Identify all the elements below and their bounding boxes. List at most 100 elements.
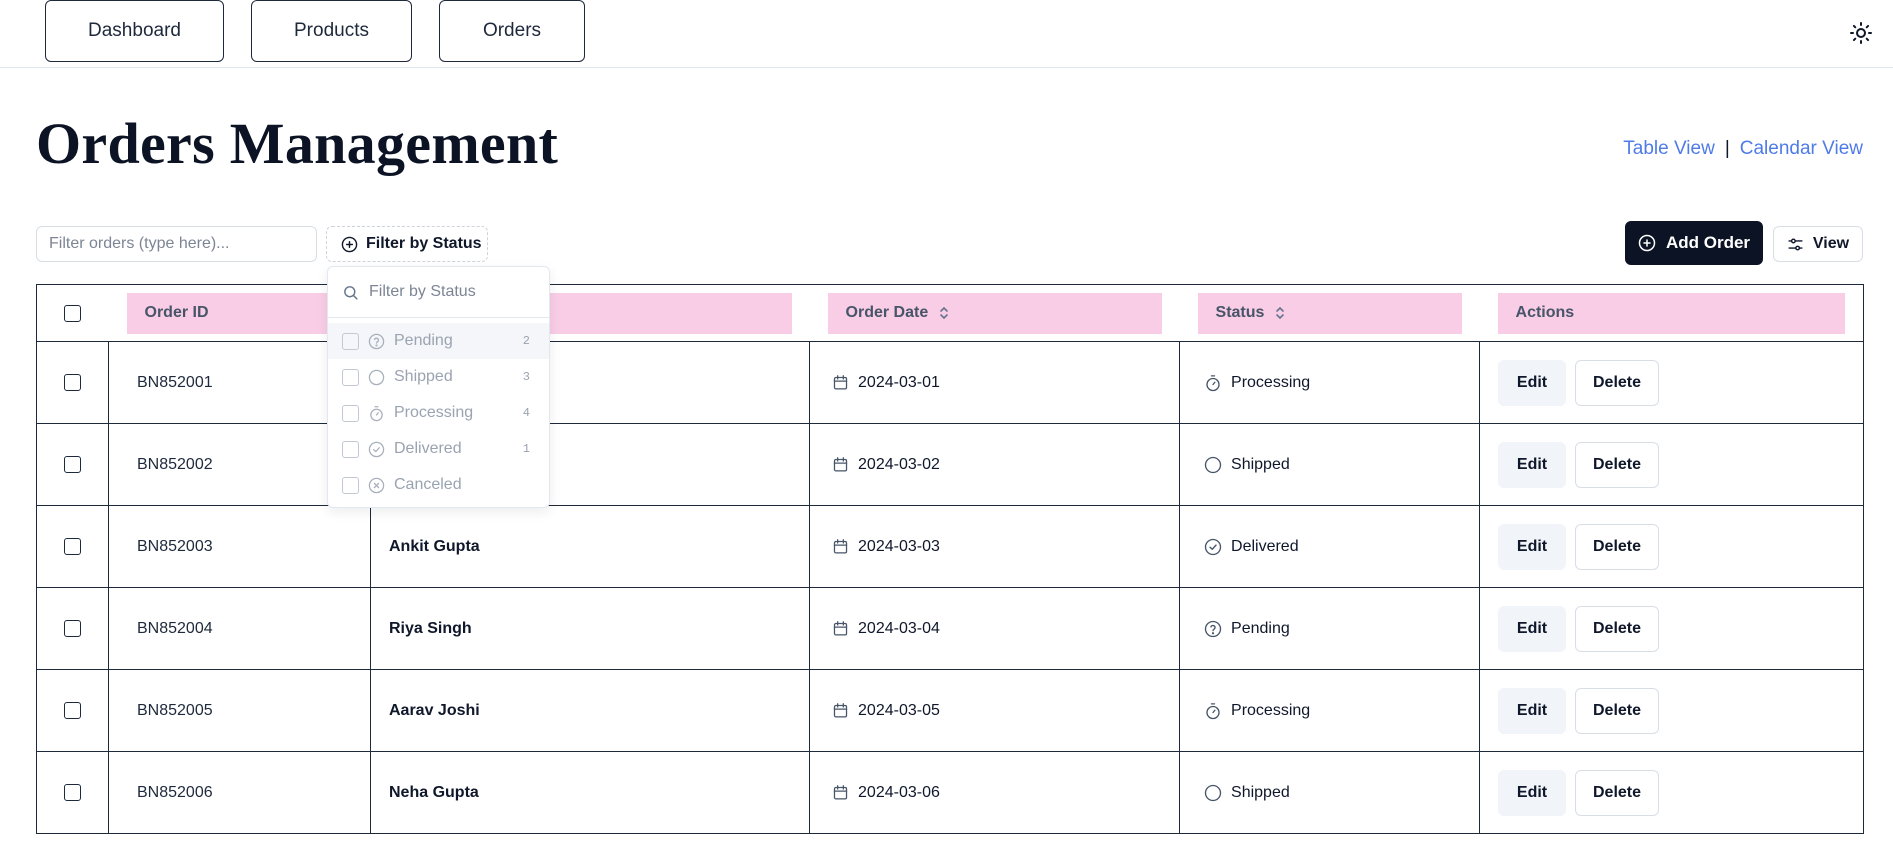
edit-button[interactable]: Edit [1498, 605, 1567, 652]
row-checkbox[interactable] [64, 374, 81, 391]
header-order-date-bg: Order Date [827, 292, 1162, 334]
row-checkbox[interactable] [64, 538, 81, 555]
delete-button[interactable]: Delete [1575, 523, 1660, 570]
status-text: Processing [1231, 373, 1311, 391]
row-select-cell [36, 423, 109, 506]
header-order-id-label: Order ID [144, 304, 209, 321]
status-option-count: 3 [522, 370, 530, 384]
header-order-date-label: Order Date [845, 304, 929, 321]
filter-by-status-button[interactable]: Filter by Status [326, 226, 488, 262]
plus-circle-icon [1638, 234, 1656, 252]
edit-button[interactable]: Edit [1498, 769, 1567, 816]
table-row: BN852006 Neha Gupta 2024-03-06 Shipped Edit D… [36, 751, 1865, 834]
select-all-cell [36, 284, 109, 342]
calendar-icon [833, 539, 848, 554]
delete-button[interactable]: Delete [1575, 359, 1660, 406]
filter-by-status-label: Filter by Status [366, 235, 482, 252]
table-view-link[interactable]: Table View [1623, 138, 1715, 160]
status-option-checkbox[interactable] [342, 404, 359, 422]
sliders-icon [1788, 237, 1803, 251]
order-id-cell: BN852003 [108, 505, 371, 588]
view-separator: | [1724, 138, 1730, 159]
add-order-button[interactable]: Add Order [1625, 221, 1763, 265]
calendar-icon [833, 375, 848, 390]
header-status[interactable]: Status [1179, 284, 1480, 342]
status-option-count: 4 [522, 406, 530, 420]
status-search-placeholder: Filter by Status [369, 283, 476, 300]
status-option-list: Pending 2 Shipped 3 Processing 4 Delivered 1 Can… [328, 318, 549, 503]
row-checkbox[interactable] [64, 456, 81, 473]
order-date-text: 2024-03-02 [858, 455, 940, 473]
actions-cell: Edit Delete [1479, 341, 1865, 424]
sort-icon [940, 306, 949, 320]
view-label: View [1812, 235, 1850, 252]
status-option-checkbox[interactable] [342, 476, 359, 494]
status-option-checkbox[interactable] [342, 332, 359, 350]
status-option-label: Pending [394, 332, 453, 349]
status-cell: Processing [1179, 341, 1481, 424]
calendar-view-link[interactable]: Calendar View [1740, 138, 1863, 160]
delete-button[interactable]: Delete [1575, 605, 1660, 652]
status-option-shipped[interactable]: Shipped 3 [328, 359, 549, 395]
question-circle-icon [1204, 620, 1222, 637]
actions-cell: Edit Delete [1479, 669, 1865, 752]
order-date-text: 2024-03-04 [858, 619, 940, 637]
table-row: BN852005 Aarav Joshi 2024-03-05 Processing E… [36, 669, 1865, 752]
header-order-date[interactable]: Order Date [809, 284, 1180, 342]
circle-icon [368, 369, 385, 385]
actions-cell: Edit Delete [1479, 505, 1865, 588]
edit-button[interactable]: Edit [1498, 441, 1567, 488]
status-filter-popover: Filter by Status Pending 2 Shipped 3 Process… [327, 266, 550, 508]
row-select-cell [36, 751, 109, 834]
order-date-text: 2024-03-06 [858, 783, 940, 801]
status-option-checkbox[interactable] [342, 440, 359, 458]
header-actions-bg: Actions [1497, 292, 1846, 334]
circle-icon [1204, 456, 1222, 473]
add-order-label: Add Order [1665, 233, 1751, 252]
sort-icon [1276, 306, 1285, 320]
row-checkbox[interactable] [64, 702, 81, 719]
actions-cell: Edit Delete [1479, 423, 1865, 506]
customer-cell: Ankit Gupta [369, 505, 811, 588]
select-all-checkbox[interactable] [64, 304, 82, 322]
status-text: Processing [1231, 701, 1311, 719]
status-option-delivered[interactable]: Delivered 1 [328, 431, 549, 467]
status-cell: Pending [1179, 587, 1481, 670]
status-cell: Delivered [1179, 505, 1481, 588]
table-row: BN852001 2024-03-01 Processing Edit Delete [36, 341, 1865, 424]
edit-button[interactable]: Edit [1498, 523, 1567, 570]
delete-button[interactable]: Delete [1575, 769, 1660, 816]
order-date-cell: 2024-03-05 [809, 669, 1181, 752]
top-nav: Dashboard Products Orders [0, 0, 1893, 68]
status-cell: Shipped [1179, 751, 1481, 834]
status-search[interactable]: Filter by Status [328, 267, 549, 318]
theme-toggle-button[interactable] [1849, 21, 1873, 45]
sun-icon [1850, 22, 1872, 44]
edit-button[interactable]: Edit [1498, 687, 1567, 734]
delete-button[interactable]: Delete [1575, 441, 1660, 488]
nav-orders-button[interactable]: Orders [439, 0, 585, 62]
row-select-cell [36, 669, 109, 752]
delete-button[interactable]: Delete [1575, 687, 1660, 734]
status-option-canceled[interactable]: Canceled [328, 467, 549, 503]
header-actions: Actions [1479, 284, 1864, 342]
view-options-button[interactable]: View [1773, 226, 1863, 262]
nav-products-button[interactable]: Products [251, 0, 412, 62]
x-circle-icon [368, 477, 385, 493]
row-checkbox[interactable] [64, 620, 81, 637]
table-row: BN852002 2024-03-02 Shipped Edit Delete [36, 423, 1865, 506]
view-switcher: Table View | Calendar View [1623, 138, 1863, 160]
table-row: BN852003 Ankit Gupta 2024-03-03 Delivered Ed… [36, 505, 1865, 588]
status-cell: Processing [1179, 669, 1481, 752]
calendar-icon [833, 785, 848, 800]
edit-button[interactable]: Edit [1498, 359, 1567, 406]
status-option-processing[interactable]: Processing 4 [328, 395, 549, 431]
row-checkbox[interactable] [64, 784, 81, 801]
nav-dashboard-button[interactable]: Dashboard [45, 0, 224, 62]
order-date-cell: 2024-03-01 [809, 341, 1181, 424]
filter-orders-input[interactable] [36, 226, 317, 262]
header-actions-label: Actions [1515, 304, 1575, 321]
order-date-cell: 2024-03-02 [809, 423, 1181, 506]
status-option-pending[interactable]: Pending 2 [328, 323, 549, 359]
status-option-checkbox[interactable] [342, 368, 359, 386]
